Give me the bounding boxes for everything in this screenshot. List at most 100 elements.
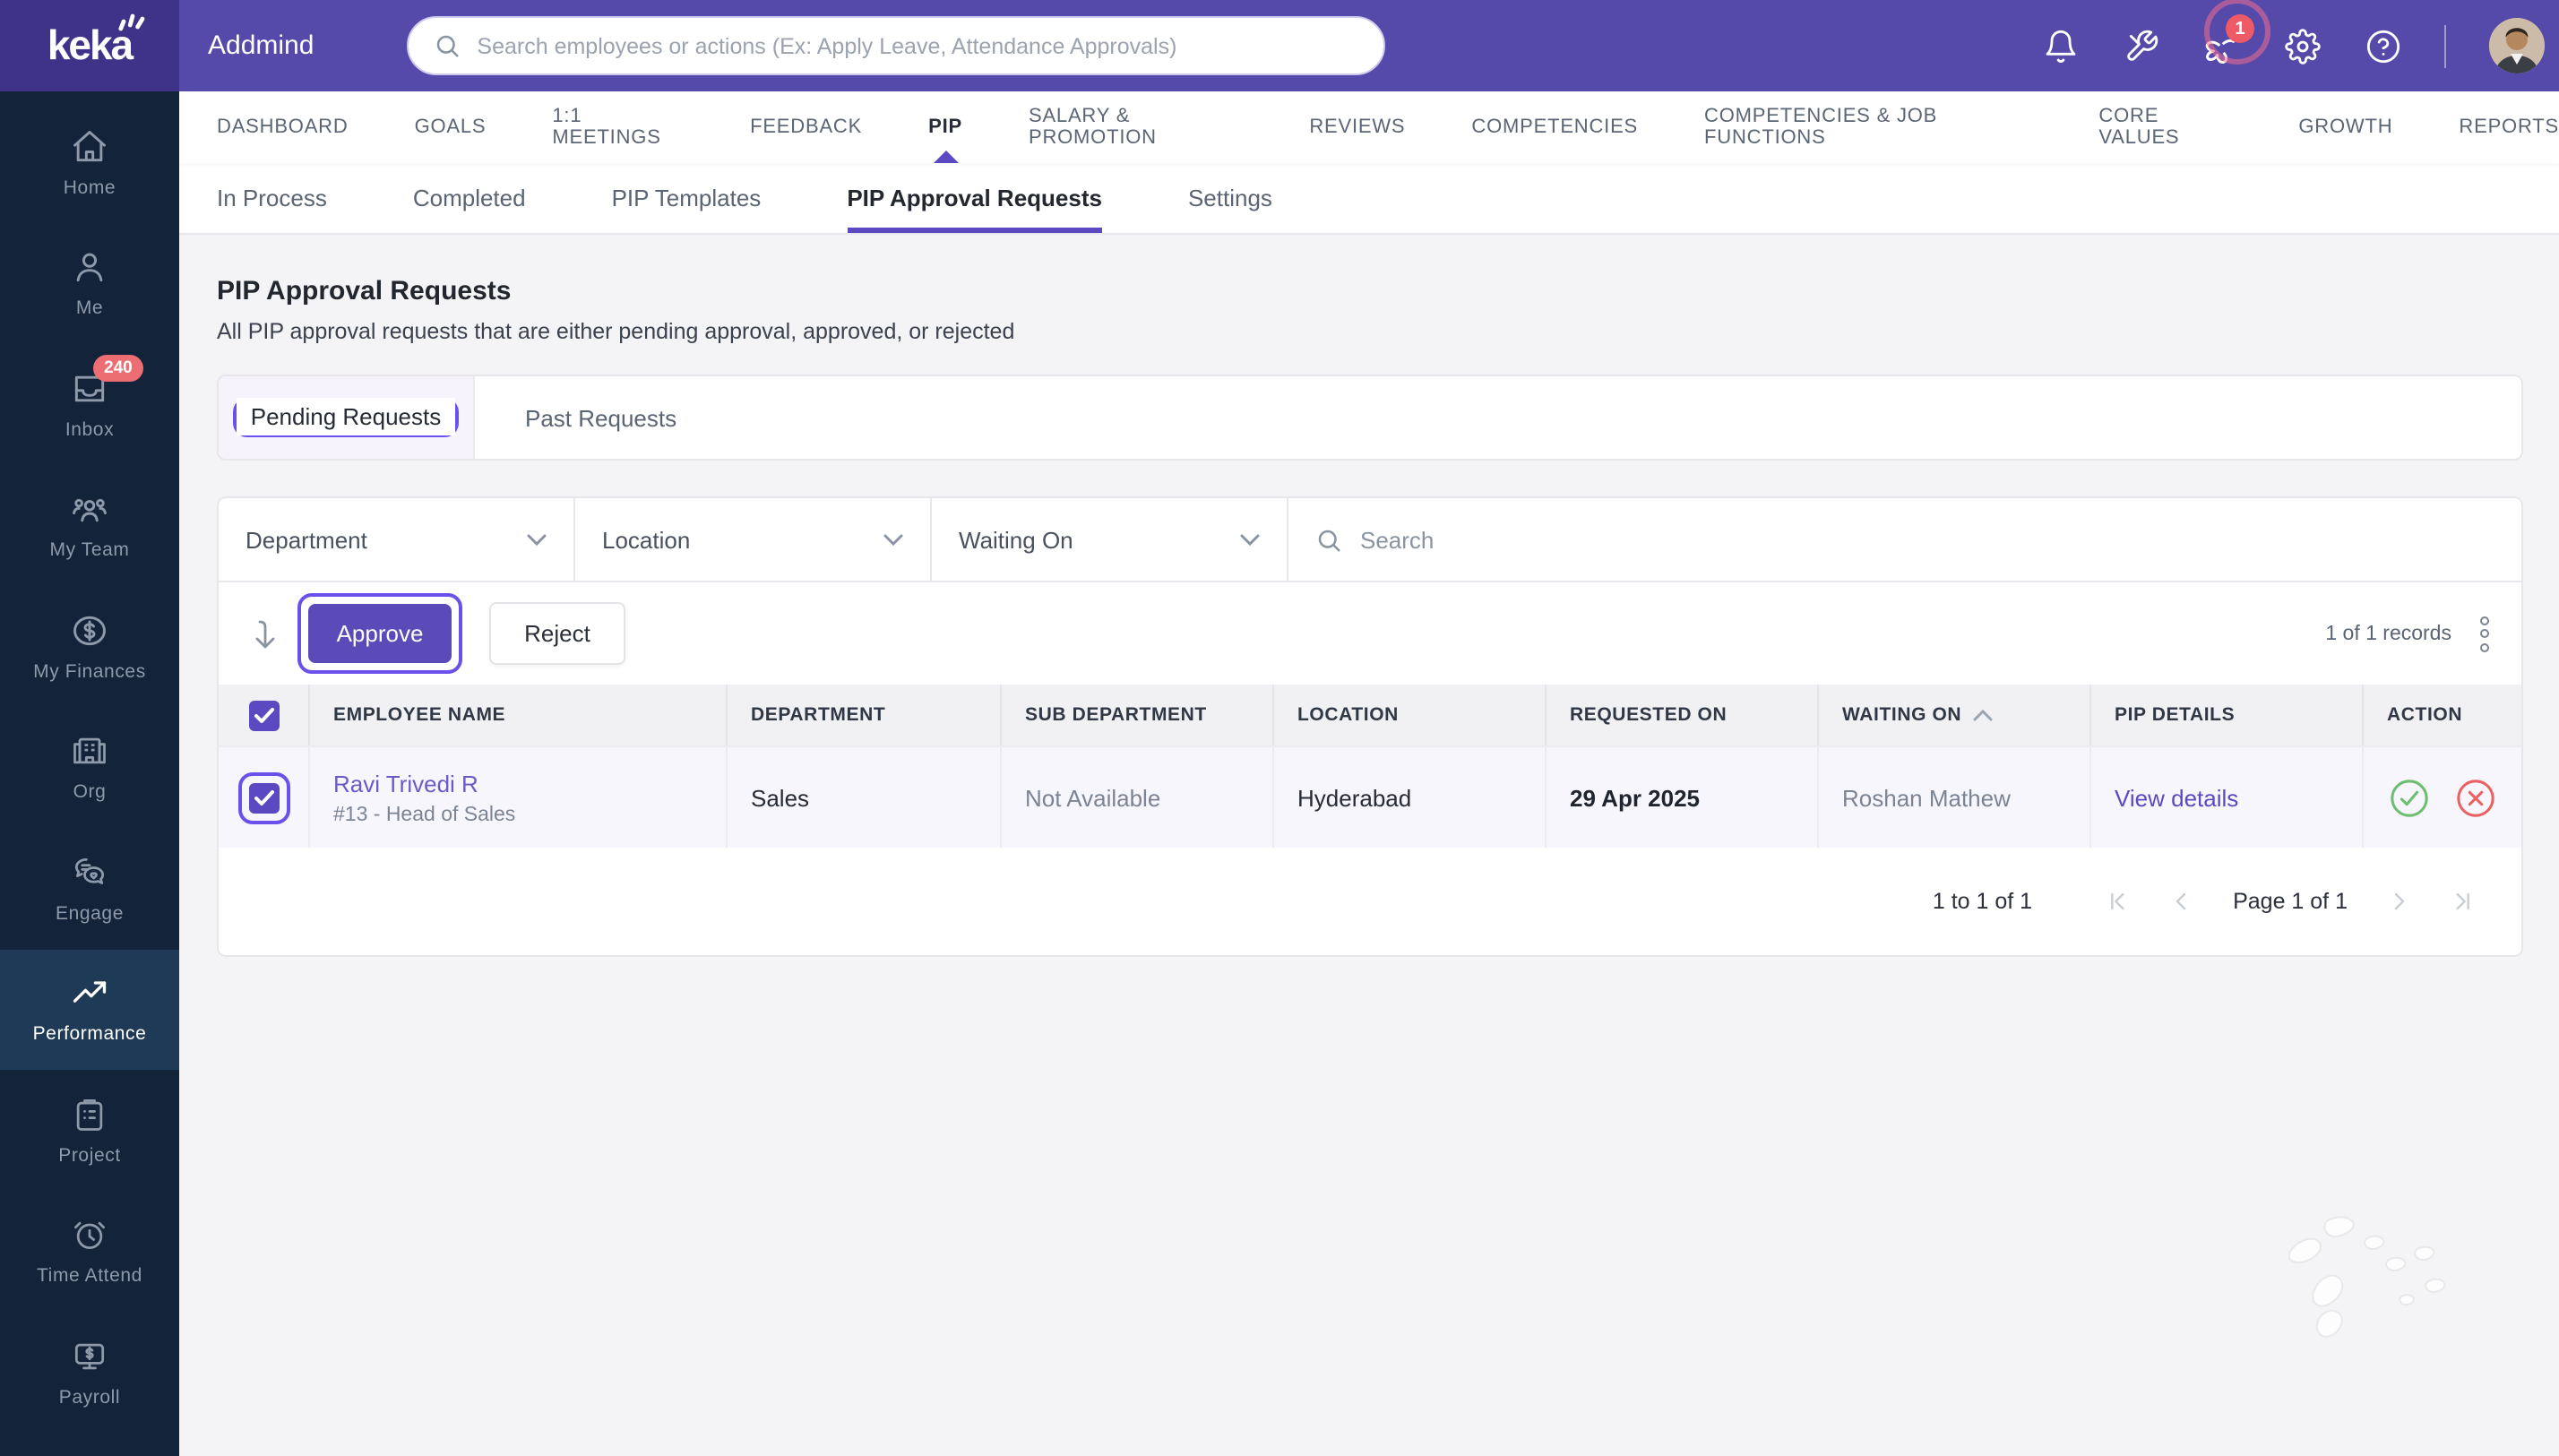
prev-page-icon[interactable]: [2172, 891, 2190, 912]
search-icon: [1318, 529, 1340, 551]
header-employee-name[interactable]: EMPLOYEE NAME: [310, 685, 728, 745]
tab-goals[interactable]: GOALS: [415, 91, 487, 163]
logo-spark-icon: [118, 13, 145, 31]
subtab-in-process[interactable]: In Process: [217, 163, 327, 233]
tab-growth[interactable]: GROWTH: [2298, 91, 2392, 163]
pending-requests-click-annotation: Pending Requests: [232, 398, 460, 437]
sidebar-item-project[interactable]: Project: [0, 1070, 179, 1191]
header-pip-details[interactable]: PIP DETAILS: [2091, 685, 2364, 745]
search-icon: [437, 35, 459, 57]
department-filter[interactable]: Department: [219, 498, 575, 581]
tab-competencies-job-functions[interactable]: COMPETENCIES & JOB FUNCTIONS: [1704, 91, 2032, 163]
tab-pip[interactable]: PIP: [928, 91, 962, 163]
content: PIP Approval Requests All PIP approval r…: [179, 235, 2559, 1456]
header-requested-on[interactable]: REQUESTED ON: [1547, 685, 1819, 745]
subtab-completed[interactable]: Completed: [413, 163, 526, 233]
inbox-badge: 240: [93, 355, 143, 382]
tab-reports[interactable]: REPORTS: [2459, 91, 2559, 163]
approve-button[interactable]: Approve: [308, 604, 452, 663]
cell-location: Hyderabad: [1274, 747, 1547, 848]
subtab-pip-approval-requests[interactable]: PIP Approval Requests: [847, 163, 1102, 233]
employee-name-link[interactable]: Ravi Trivedi R: [333, 770, 515, 797]
tab-past-requests[interactable]: Past Requests: [475, 376, 727, 459]
location-filter[interactable]: Location: [575, 498, 932, 581]
tab-salary-promotion[interactable]: SALARY & PROMOTION: [1029, 91, 1243, 163]
bulk-actions-toolbar: Approve Reject 1 of 1 records: [219, 582, 2521, 685]
sidebar-item-my-finances[interactable]: My Finances: [0, 586, 179, 707]
settings-gear-icon[interactable]: [2283, 27, 2321, 65]
sidebar-item-my-team[interactable]: My Team: [0, 465, 179, 586]
me-icon: [76, 254, 103, 282]
subtab-pip-templates[interactable]: PIP Templates: [612, 163, 762, 233]
reject-row-icon[interactable]: [2455, 777, 2496, 818]
requests-grid-card: Department Location Waiting On Search Ap…: [217, 496, 2523, 957]
performance-icon: [73, 981, 107, 1004]
tab-feedback[interactable]: FEEDBACK: [750, 91, 862, 163]
tools-icon[interactable]: [2122, 27, 2159, 65]
active-tab-caret: [933, 151, 959, 163]
request-tabs-card: Pending Requests Past Requests: [217, 375, 2523, 461]
next-page-icon[interactable]: [2391, 891, 2408, 912]
toolbar-right: 1 of 1 records: [2325, 612, 2493, 655]
check-icon: [254, 707, 273, 722]
waiting-on-filter[interactable]: Waiting On: [932, 498, 1288, 581]
sidebar-item-time-attend[interactable]: Time Attend: [0, 1191, 179, 1312]
sidebar-item-performance[interactable]: Performance: [0, 949, 179, 1070]
topbar: keka Addmind Search employees or actions…: [0, 0, 2559, 91]
engage-icon: [74, 857, 105, 884]
tab-1-1-meetings[interactable]: 1:1 MEETINGS: [552, 91, 684, 163]
finances-icon: [73, 616, 106, 645]
header-waiting-on[interactable]: WAITING ON: [1819, 685, 2091, 745]
sub-nav: In Process Completed PIP Templates PIP A…: [179, 163, 2559, 235]
sidebar-item-me[interactable]: Me: [0, 223, 179, 344]
table-header-row: EMPLOYEE NAME DEPARTMENT SUB DEPARTMENT …: [219, 685, 2521, 745]
approve-click-annotation: Approve: [297, 593, 462, 674]
header-sub-department[interactable]: SUB DEPARTMENT: [1002, 685, 1274, 745]
table-search-input[interactable]: [1360, 526, 2494, 553]
page-subtitle: All PIP approval requests that are eithe…: [217, 319, 1015, 344]
reject-button[interactable]: Reject: [489, 602, 625, 665]
sidebar-item-home[interactable]: Home: [0, 102, 179, 223]
sidebar-item-payroll[interactable]: Payroll: [0, 1312, 179, 1433]
cell-requested-on: 29 Apr 2025: [1547, 747, 1819, 848]
global-search[interactable]: [407, 16, 1386, 75]
tab-dashboard[interactable]: DASHBOARD: [217, 91, 349, 163]
table-search[interactable]: [1288, 498, 2521, 581]
sidebar-item-engage[interactable]: Engage: [0, 828, 179, 949]
header-department[interactable]: DEPARTMENT: [728, 685, 1002, 745]
approve-row-icon[interactable]: [2389, 777, 2430, 818]
org-icon: [73, 738, 106, 764]
header-action[interactable]: ACTION: [2364, 685, 2521, 745]
subtab-settings[interactable]: Settings: [1188, 163, 1272, 233]
user-avatar[interactable]: [2489, 18, 2545, 73]
tab-competencies[interactable]: COMPETENCIES: [1471, 91, 1638, 163]
cell-pip-details: View details: [2091, 747, 2364, 848]
cell-action: [2364, 747, 2521, 848]
select-all-checkbox[interactable]: [248, 700, 279, 730]
keka-logo[interactable]: keka: [0, 0, 179, 91]
notifications-bell-icon[interactable]: [2041, 27, 2079, 65]
row-checkbox[interactable]: [248, 782, 279, 813]
last-page-icon[interactable]: [2451, 891, 2473, 912]
tab-core-values[interactable]: CORE VALUES: [2098, 91, 2232, 163]
sidebar-item-inbox[interactable]: 240 Inbox: [0, 344, 179, 465]
tab-reviews[interactable]: REVIEWS: [1309, 91, 1405, 163]
view-details-link[interactable]: View details: [2115, 784, 2238, 811]
topbar-icons: 1: [2041, 0, 2559, 91]
tab-pending-requests[interactable]: Pending Requests: [219, 376, 475, 459]
first-page-icon[interactable]: [2107, 891, 2129, 912]
check-icon: [254, 789, 273, 805]
cell-department: Sales: [728, 747, 1002, 848]
header-location[interactable]: LOCATION: [1274, 685, 1547, 745]
team-icon: [73, 499, 107, 522]
praise-badge: 1: [2226, 14, 2254, 43]
filter-row: Department Location Waiting On: [219, 498, 2521, 582]
grid-options-kebab-icon[interactable]: [2477, 612, 2493, 655]
global-search-input[interactable]: [477, 33, 1359, 58]
praise-icon[interactable]: 1: [2202, 0, 2270, 65]
keka-watermark: [2288, 1216, 2446, 1338]
sidebar: Home Me 240 Inbox My Team My Finances Or…: [0, 91, 179, 1456]
help-icon[interactable]: [2364, 27, 2401, 65]
download-arrow-icon[interactable]: [251, 617, 280, 650]
sidebar-item-org[interactable]: Org: [0, 707, 179, 828]
